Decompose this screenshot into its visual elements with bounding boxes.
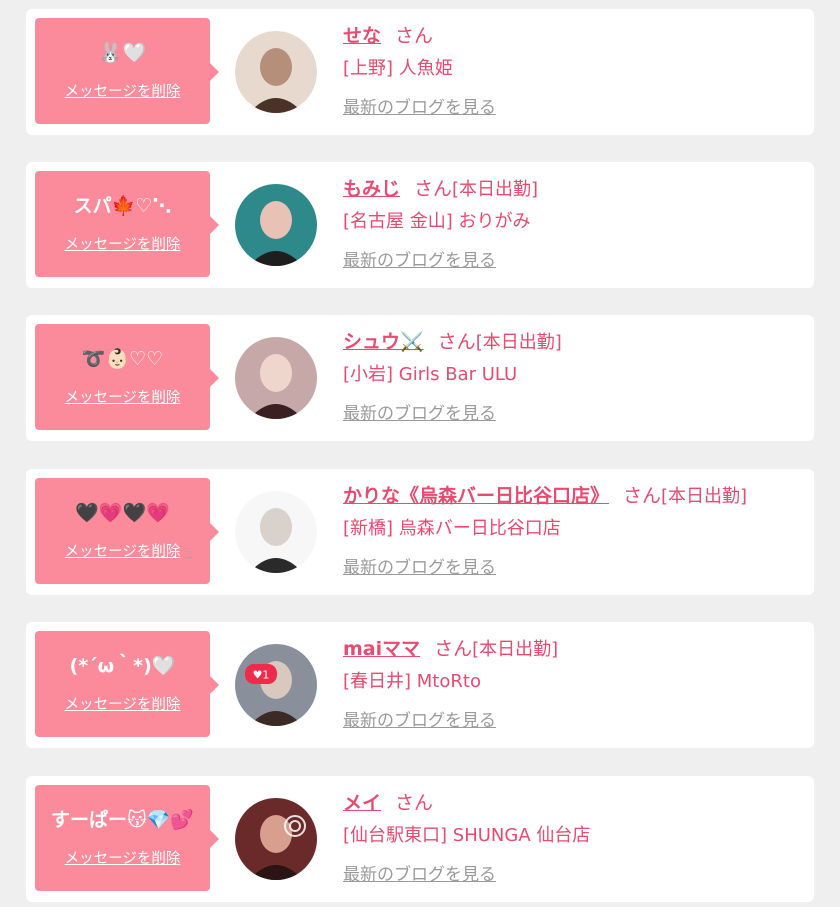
status-message: スパ🍁♡⋱ (73, 195, 172, 217)
shop-info: [小岩] Girls Bar ULU (343, 361, 805, 389)
like-badge: ♥1 (245, 664, 277, 684)
message-bubble: 🖤💗🖤💗 メッセージを削除 (35, 478, 219, 584)
avatar-image (235, 798, 317, 880)
shop-name: SHUNGA 仙台店 (452, 825, 591, 846)
honorific: さん (395, 25, 434, 47)
shop-name: 烏森バー日比谷口店 (398, 518, 561, 539)
delete-message-link[interactable]: メッセージを削除 (35, 693, 210, 714)
shop-info: [名古屋 金山] おりがみ (343, 208, 805, 236)
avatar[interactable] (235, 337, 317, 419)
honorific: さん (437, 331, 476, 353)
honorific: さん (414, 178, 453, 200)
honorific: さん (395, 792, 434, 814)
avatar-image (235, 491, 317, 573)
avatar[interactable] (235, 491, 317, 573)
cast-card: 🐰🤍 メッセージを削除 せな さん [上野] 人魚姫 最新のブログを見る (26, 9, 814, 135)
cast-list: 🐰🤍 メッセージを削除 せな さん [上野] 人魚姫 最新のブログを見る スパ🍁♡… (0, 0, 840, 907)
status-message: ➰👶🏻♡♡ (81, 348, 164, 370)
status-message: 🐰🤍 (98, 42, 147, 64)
view-latest-blog-link[interactable]: 最新のブログを見る (343, 860, 496, 885)
cast-card: スパ🍁♡⋱ メッセージを削除 もみじ さん[本日出勤] [名古屋 金山] おりがみ… (26, 162, 814, 288)
honorific: さん (623, 485, 662, 507)
cast-name-link[interactable]: せな (343, 25, 381, 47)
shop-name: おりがみ (458, 211, 531, 232)
cast-name-link[interactable]: もみじ (343, 178, 400, 200)
shop-name: Girls Bar ULU (398, 364, 518, 385)
view-latest-blog-link[interactable]: 最新のブログを見る (343, 399, 496, 424)
cast-name-link[interactable]: メイ (343, 792, 381, 814)
area-label: [名古屋 金山] (343, 211, 453, 232)
cast-name-link[interactable]: かりな《烏森バー日比谷口店》 (343, 485, 609, 507)
cast-card: 🖤💗🖤💗 メッセージを削除 かりな《烏森バー日比谷口店》 さん[本日出勤] [新橋… (26, 469, 814, 595)
shop-name: 人魚姫 (398, 58, 453, 79)
delete-message-link[interactable]: メッセージを削除 (35, 233, 210, 254)
avatar-image (235, 31, 317, 113)
shop-info: [春日井] MtoRto (343, 668, 805, 696)
area-label: [春日井] (343, 671, 412, 692)
svg-text:♥1: ♥1 (253, 669, 270, 682)
message-bubble: 🐰🤍 メッセージを削除 (35, 18, 219, 124)
delete-message-link[interactable]: メッセージを削除 (35, 80, 210, 101)
view-latest-blog-link[interactable]: 最新のブログを見る (343, 553, 496, 578)
view-latest-blog-link[interactable]: 最新のブログを見る (343, 246, 496, 271)
shop-info: [仙台駅東口] SHUNGA 仙台店 (343, 822, 805, 850)
today-badge: [本日出勤] (475, 332, 562, 353)
avatar[interactable]: ♥1 (235, 644, 317, 726)
cast-name-link[interactable]: シュウ⚔️ (343, 331, 424, 353)
view-latest-blog-link[interactable]: 最新のブログを見る (343, 706, 496, 731)
message-bubble: スパ🍁♡⋱ メッセージを削除 (35, 171, 219, 277)
cast-name-link[interactable]: maiママ (343, 638, 420, 660)
shop-info: [新橋] 烏森バー日比谷口店 (343, 515, 805, 543)
status-message: 🖤💗🖤💗 (75, 502, 170, 524)
cast-card: ➰👶🏻♡♡ メッセージを削除 シュウ⚔️ さん[本日出勤] [小岩] Girls … (26, 315, 814, 441)
avatar[interactable] (235, 31, 317, 113)
status-message: (*´ω｀*)🤍 (69, 655, 176, 677)
avatar-image: ♥1 (235, 644, 317, 726)
message-bubble: すーぱー😽💎💕 メッセージを削除 (35, 785, 219, 891)
cast-card: すーぱー😽💎💕 メッセージを削除 メイ さん [仙台駅東口] SHUNGA 仙台店 (26, 776, 814, 902)
avatar-image (235, 184, 317, 266)
message-bubble: ➰👶🏻♡♡ メッセージを削除 (35, 324, 219, 430)
honorific: さん (434, 638, 473, 660)
view-latest-blog-link[interactable]: 最新のブログを見る (343, 93, 496, 118)
message-bubble: (*´ω｀*)🤍 メッセージを削除 (35, 631, 219, 737)
today-badge: [本日出勤] (661, 486, 748, 507)
today-badge: [本日出勤] (472, 639, 559, 660)
shop-name: MtoRto (416, 671, 481, 692)
delete-message-link[interactable]: メッセージを削除 (35, 386, 210, 407)
area-label: [新橋] (343, 518, 394, 539)
area-label: [仙台駅東口] (343, 825, 448, 846)
area-label: [小岩] (343, 364, 394, 385)
today-badge: [本日出勤] (452, 179, 539, 200)
delete-message-link[interactable]: メッセージを削除 (35, 847, 210, 868)
area-label: [上野] (343, 58, 394, 79)
delete-message-link[interactable]: メッセージを削除 (35, 540, 210, 561)
shop-info: [上野] 人魚姫 (343, 55, 805, 83)
avatar[interactable] (235, 798, 317, 880)
status-message: すーぱー😽💎💕 (50, 809, 195, 831)
avatar[interactable] (235, 184, 317, 266)
avatar-image (235, 337, 317, 419)
cast-card: (*´ω｀*)🤍 メッセージを削除 ♥1 maiママ さん[本日出勤] [春日井]… (26, 622, 814, 748)
